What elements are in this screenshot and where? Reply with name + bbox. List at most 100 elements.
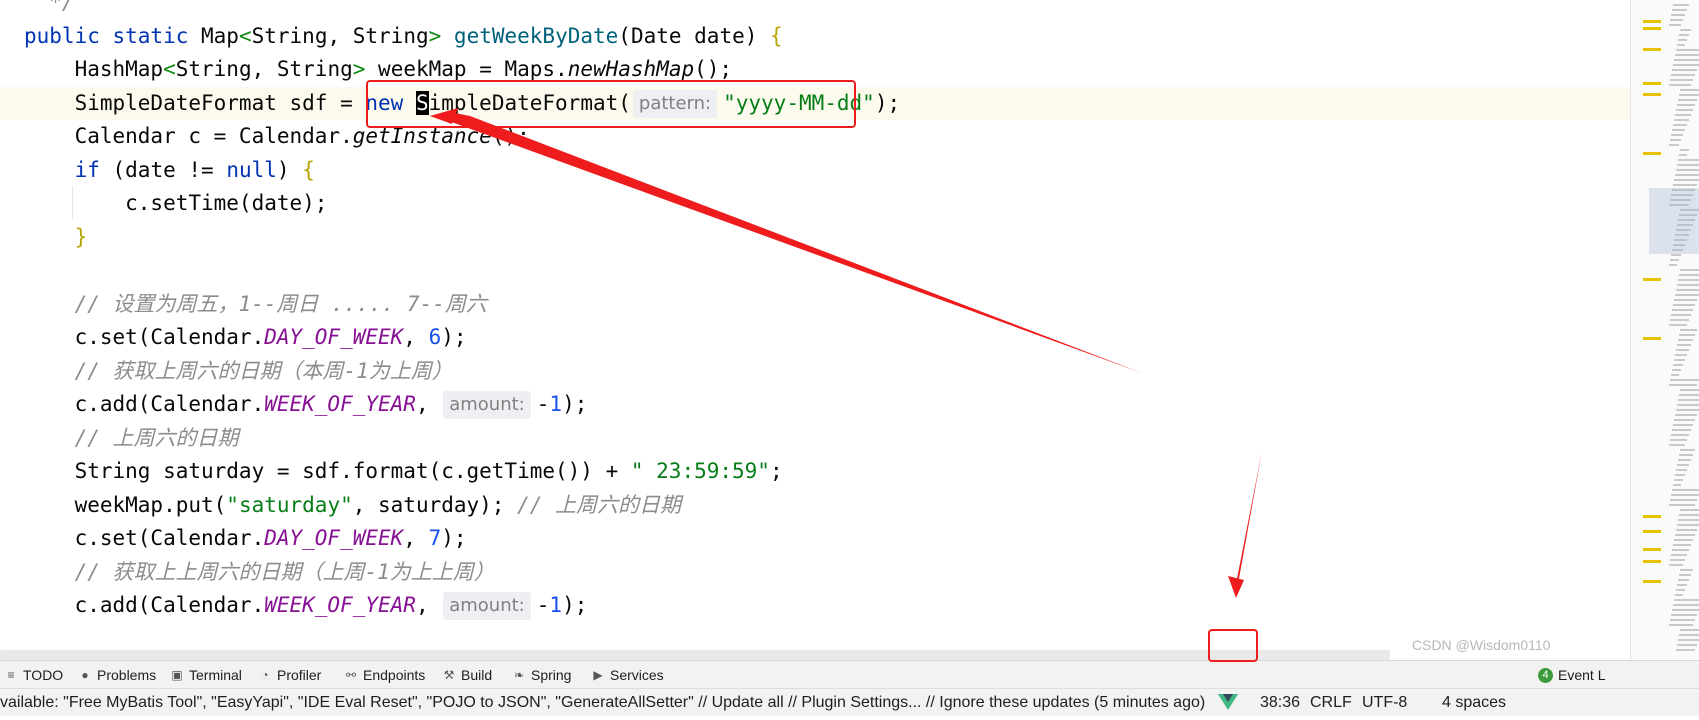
code-token: // 获取上上周六的日期（上周-1为上上周） xyxy=(24,559,495,584)
line-comment-4: // 获取上上周六的日期（上周-1为上上周） xyxy=(0,556,1630,589)
code-token: ); xyxy=(441,325,467,349)
minimap-line xyxy=(1670,499,1697,501)
minimap-line xyxy=(1680,269,1699,271)
minimap-line xyxy=(1673,4,1689,6)
indent-setting[interactable]: 4 spaces xyxy=(1442,689,1506,716)
code-token: WEEK_OF_YEAR xyxy=(264,392,416,416)
code-token: // 上周六的日期 xyxy=(24,425,239,450)
minimap-line xyxy=(1678,159,1699,161)
minimap-line xyxy=(1672,549,1689,551)
code-token: > xyxy=(428,23,454,48)
file-encoding[interactable]: UTF-8 xyxy=(1362,689,1407,716)
tool-window-terminal[interactable]: ▣ Terminal xyxy=(170,661,242,689)
minimap-line xyxy=(1672,69,1697,71)
tool-window-profiler[interactable]: ◔ Profiler xyxy=(258,661,321,689)
vue-icon[interactable] xyxy=(1218,693,1238,713)
line-blank xyxy=(0,254,1630,287)
minimap-line xyxy=(1676,349,1689,351)
tool-window-spring[interactable]: ❧ Spring xyxy=(512,661,572,689)
minimap-line xyxy=(1675,54,1699,56)
tool-window-endpoints[interactable]: ⚯ Endpoints xyxy=(344,661,425,689)
line-hashmap: HashMap<String, String> weekMap = Maps.n… xyxy=(0,53,1630,86)
code-token: String, String xyxy=(251,23,429,48)
line-separator[interactable]: CRLF xyxy=(1310,689,1352,716)
minimap-line xyxy=(1677,464,1689,466)
code-token: 1 xyxy=(549,392,563,416)
minimap-line xyxy=(1675,294,1699,296)
code-token: c.add(Calendar. xyxy=(24,392,265,416)
minimap-line xyxy=(1677,584,1687,586)
tool-window-services[interactable]: ▶ Services xyxy=(591,661,663,689)
horizontal-scrollbar[interactable] xyxy=(0,650,1390,660)
minimap-line xyxy=(1669,444,1685,446)
minimap-line xyxy=(1680,569,1693,571)
minimap-line xyxy=(1673,304,1695,306)
minimap-marker xyxy=(1643,82,1661,85)
code-token: String, String xyxy=(175,57,353,81)
minimap-line xyxy=(1671,554,1687,556)
minimap-viewport[interactable] xyxy=(1649,188,1699,254)
minimap-line xyxy=(1675,414,1697,416)
code-minimap[interactable] xyxy=(1630,0,1699,660)
code-token: , saturday); xyxy=(352,492,518,517)
code-token: "saturday" xyxy=(226,492,353,517)
tool-window-label: Endpoints xyxy=(363,667,426,683)
tool-window-build[interactable]: ⚒ Build xyxy=(442,661,493,689)
minimap-line xyxy=(1673,364,1683,366)
minimap-line xyxy=(1670,319,1689,321)
minimap-line xyxy=(1670,559,1685,561)
minimap-line xyxy=(1680,329,1697,331)
profiler-icon: ◔ xyxy=(261,668,269,682)
update-notification-text[interactable]: vailable: "Free MyBatis Tool", "EasyYapi… xyxy=(0,689,1205,716)
event-count-badge: 4 xyxy=(1538,667,1553,683)
minimap-line xyxy=(1672,429,1691,431)
code-token: { xyxy=(302,157,315,182)
minimap-line xyxy=(1671,614,1697,616)
minimap-line xyxy=(1676,169,1699,171)
code-token: > xyxy=(352,57,379,81)
line-add-woy-2: c.add(Calendar.WEEK_OF_YEAR, amount: -1); xyxy=(0,589,1630,622)
minimap-line xyxy=(1677,44,1685,46)
code-token: null xyxy=(226,157,277,182)
minimap-marker xyxy=(1643,515,1661,518)
minimap-line xyxy=(1676,49,1699,51)
caret-position[interactable]: 38:36 xyxy=(1260,689,1300,716)
minimap-line xyxy=(1677,344,1691,346)
tool-window-problems[interactable]: ● Problems xyxy=(78,661,156,689)
code-token: WEEK_OF_YEAR xyxy=(264,593,416,617)
minimap-line xyxy=(1669,24,1681,26)
minimap-line xyxy=(1679,34,1689,36)
minimap-line xyxy=(1680,629,1699,631)
minimap-line xyxy=(1673,424,1693,426)
minimap-line xyxy=(1673,544,1691,546)
code-token: 1 xyxy=(549,593,563,617)
hammer-icon: ⚒ xyxy=(443,668,455,682)
minimap-line xyxy=(1678,279,1699,281)
code-editor[interactable]: */public static Map<String, String> getW… xyxy=(0,0,1630,660)
minimap-line xyxy=(1673,64,1699,66)
minimap-line xyxy=(1679,334,1695,336)
minimap-line xyxy=(1680,449,1695,451)
code-token: getInstance xyxy=(352,124,492,148)
minimap-line xyxy=(1674,299,1697,301)
code-token: DAY_OF_WEEK xyxy=(264,526,404,550)
code-token: } xyxy=(74,224,88,249)
tool-window-label: Profiler xyxy=(277,667,322,683)
minimap-line xyxy=(1671,314,1691,316)
minimap-line xyxy=(1675,534,1695,536)
code-token: HashMap xyxy=(24,57,164,81)
minimap-marker xyxy=(1643,20,1661,23)
code-token: newHashMap xyxy=(567,57,695,81)
minimap-line xyxy=(1672,609,1699,611)
code-token: , xyxy=(403,325,429,349)
minimap-line xyxy=(1676,409,1699,411)
minimap-line xyxy=(1678,459,1691,461)
minimap-line xyxy=(1670,379,1699,381)
tool-window-event-log[interactable]: 4 Event L xyxy=(1538,661,1605,689)
minimap-line xyxy=(1674,539,1693,541)
minimap-line xyxy=(1669,324,1687,326)
tool-window-todo[interactable]: ≡ TODO xyxy=(4,661,63,689)
minimap-line xyxy=(1678,339,1693,341)
code-token: ); xyxy=(441,526,467,550)
